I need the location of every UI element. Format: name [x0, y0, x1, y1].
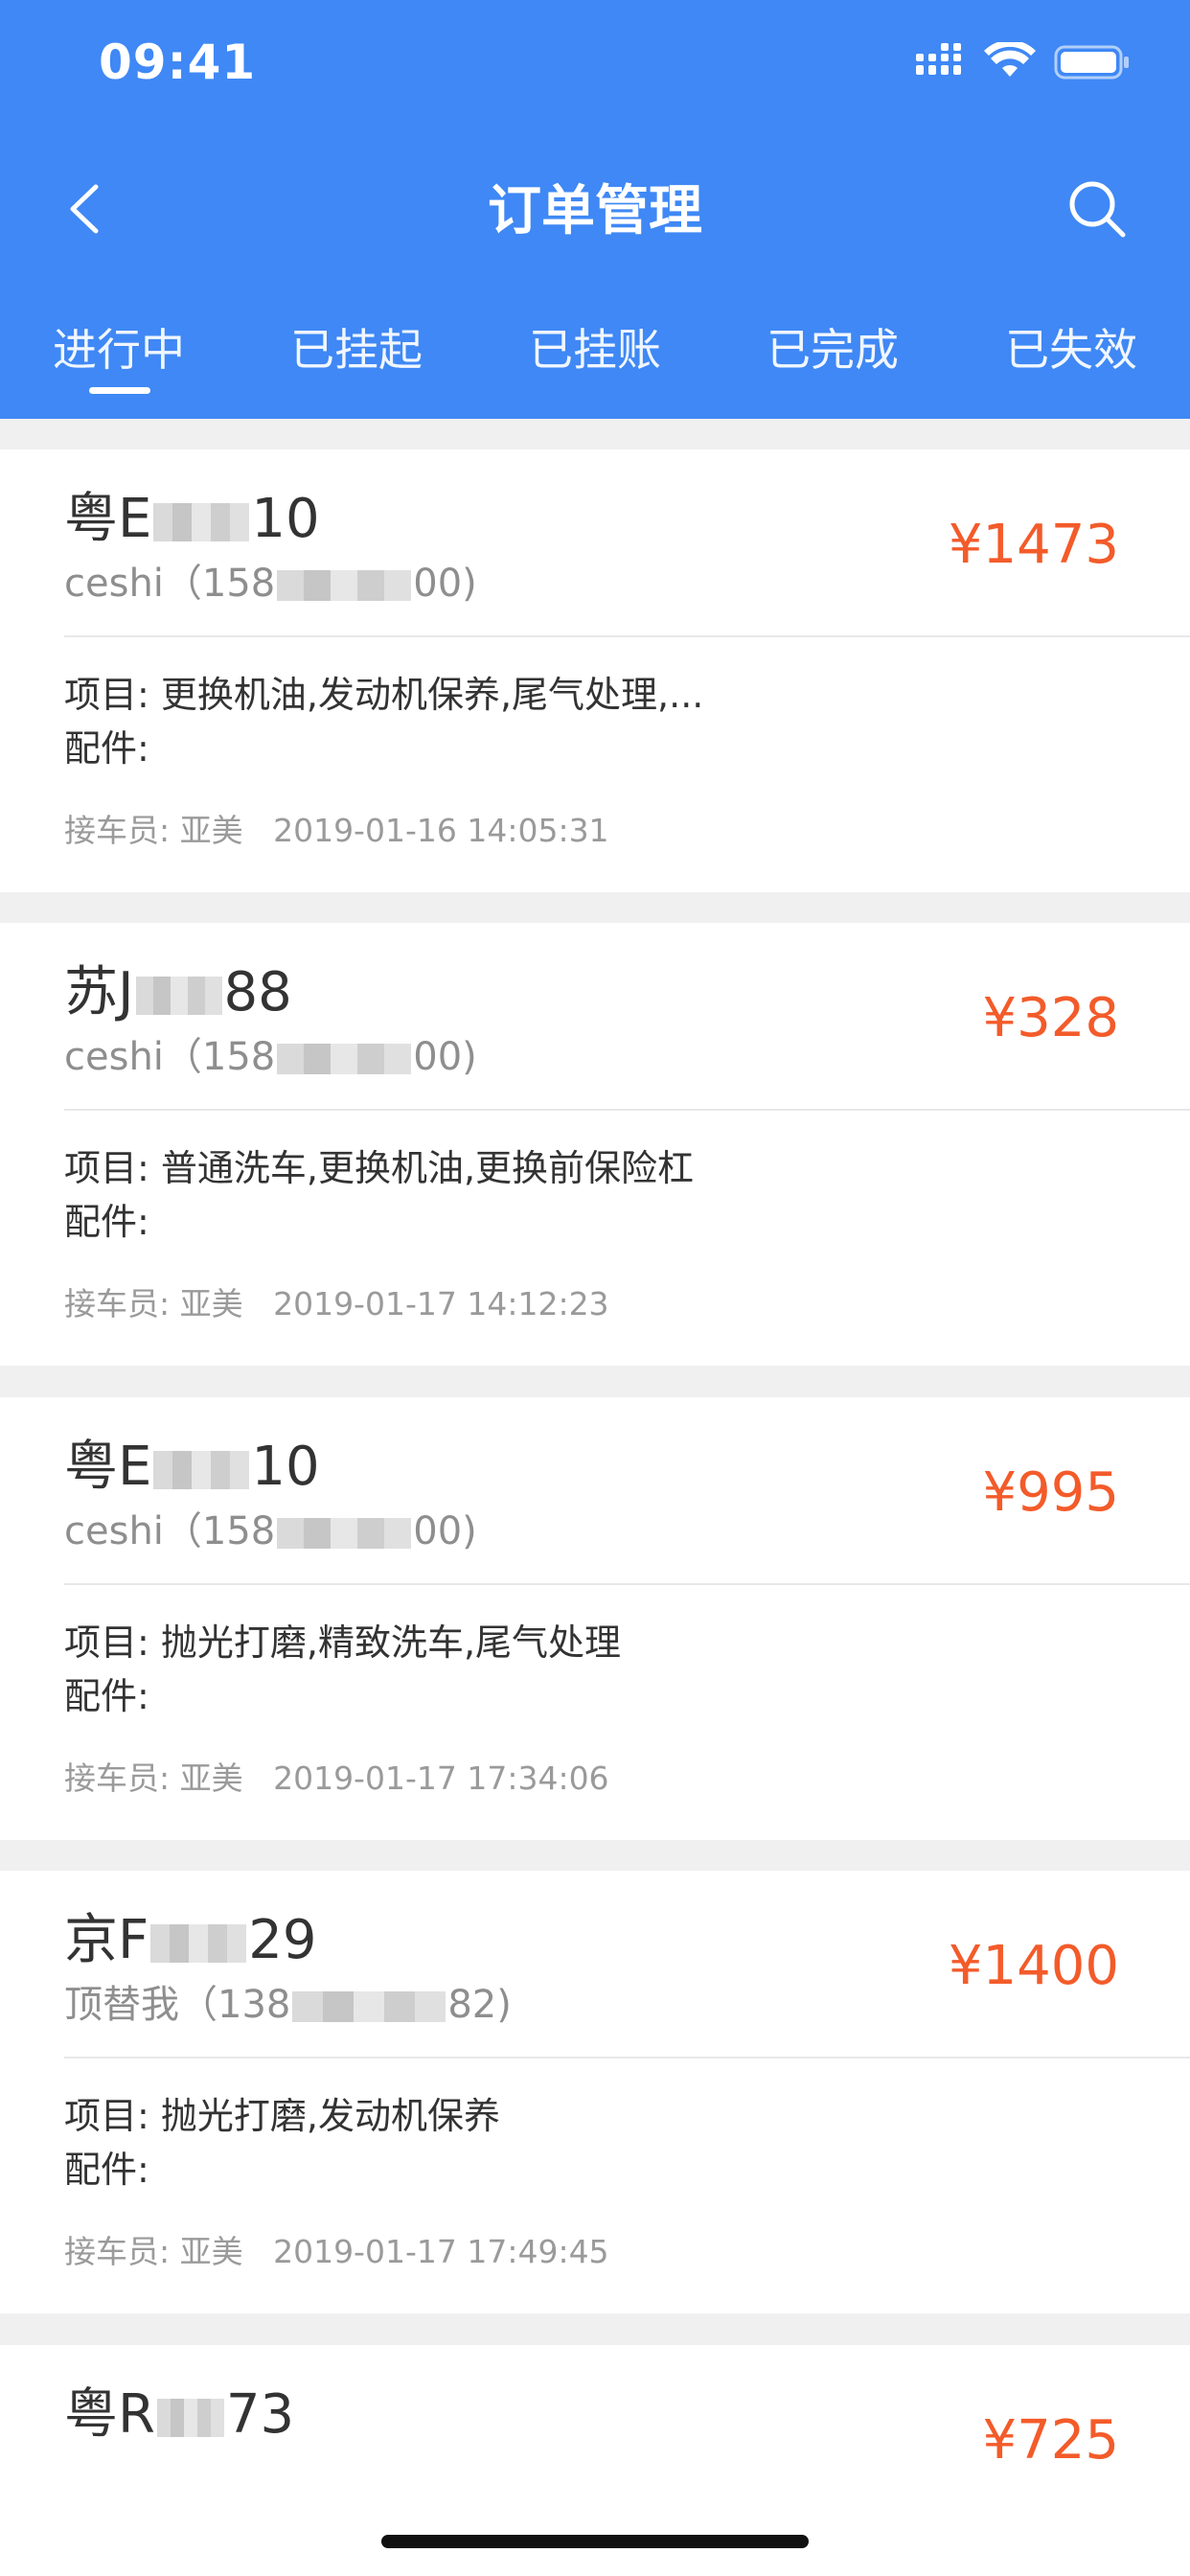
- plate-number: 粤R 73: [64, 2381, 294, 2449]
- redacted-mosaic: [292, 1991, 446, 2022]
- tab-in-progress[interactable]: 进行中: [0, 316, 238, 383]
- order-card[interactable]: 苏J 88 ceshi（158 00) ¥328 项目: 普通洗车,更换机油,更换前…: [0, 923, 1190, 1366]
- order-meta: 接车员: 亚美 2019-01-16 14:05:31: [64, 812, 609, 849]
- order-parts: 配件:: [64, 1675, 149, 1717]
- customer-info: 顶替我（138 82): [64, 1978, 512, 2032]
- plate-number: 粤E 10: [64, 486, 320, 553]
- battery-icon: [1054, 45, 1129, 80]
- order-card[interactable]: 粤E 10 ceshi（158 00) ¥995 项目: 抛光打磨,精致洗车,尾气处…: [0, 1397, 1190, 1840]
- customer-suffix: 00): [413, 1509, 477, 1553]
- order-items: 项目: 抛光打磨,精致洗车,尾气处理: [64, 1622, 622, 1664]
- redacted-mosaic: [277, 1518, 412, 1549]
- order-price: ¥1473: [948, 514, 1119, 576]
- plate-number: 京F 29: [64, 1907, 316, 1974]
- redacted-mosaic: [277, 1044, 412, 1074]
- order-parts: 配件:: [64, 1201, 149, 1243]
- search-icon[interactable]: [1064, 175, 1131, 242]
- redacted-mosaic: [277, 570, 412, 601]
- redacted-mosaic: [150, 1923, 247, 1963]
- customer-prefix: ceshi（158: [64, 1509, 276, 1553]
- customer-suffix: 00): [413, 562, 477, 606]
- tab-expired[interactable]: 已失效: [952, 316, 1190, 383]
- app-header: 09:41 订单管理 进行中 已挂起 已挂账 已完成 已失效: [0, 0, 1190, 419]
- tab-suspended[interactable]: 已挂起: [238, 316, 475, 383]
- customer-prefix: 顶替我（138: [64, 1983, 291, 2027]
- order-meta: 接车员: 亚美 2019-01-17 14:12:23: [64, 1285, 609, 1322]
- wifi-icon: [984, 42, 1036, 77]
- home-indicator-area: [0, 2467, 1190, 2576]
- plate-prefix: 苏J: [64, 961, 134, 1024]
- plate-prefix: 京F: [64, 1909, 149, 1971]
- redacted-mosaic: [135, 976, 222, 1015]
- page-title: 订单管理: [488, 180, 702, 242]
- customer-prefix: ceshi（158: [64, 1035, 276, 1079]
- plate-number: 粤E 10: [64, 1434, 320, 1501]
- order-price: ¥328: [982, 987, 1119, 1049]
- order-card[interactable]: 粤E 10 ceshi（158 00) ¥1473 项目: 更换机油,发动机保养,尾…: [0, 449, 1190, 892]
- order-meta: 接车员: 亚美 2019-01-17 17:34:06: [64, 1760, 609, 1797]
- customer-suffix: 82): [447, 1983, 512, 2027]
- order-status-tabs: 进行中 已挂起 已挂账 已完成 已失效: [0, 316, 1190, 412]
- divider: [64, 1583, 1190, 1585]
- divider: [64, 1109, 1190, 1111]
- tab-completed[interactable]: 已完成: [714, 316, 951, 383]
- plate-number: 苏J 88: [64, 959, 292, 1026]
- order-price: ¥1400: [948, 1935, 1119, 1997]
- customer-info: ceshi（158 00): [64, 1030, 477, 1084]
- customer-info: ceshi（158 00): [64, 1505, 477, 1558]
- order-card[interactable]: 京F 29 顶替我（138 82) ¥1400 项目: 抛光打磨,发动机保养 配件:…: [0, 1871, 1190, 2313]
- plate-suffix: 88: [223, 961, 292, 1024]
- home-indicator[interactable]: [381, 2535, 809, 2548]
- tab-on-credit[interactable]: 已挂账: [476, 316, 714, 383]
- plate-prefix: 粤R: [64, 2383, 155, 2446]
- order-parts: 配件:: [64, 2149, 149, 2191]
- order-price: ¥995: [982, 1461, 1119, 1524]
- customer-suffix: 00): [413, 1035, 477, 1079]
- plate-suffix: 73: [225, 2383, 295, 2446]
- active-tab-indicator: [89, 387, 150, 394]
- divider: [64, 2057, 1190, 2058]
- order-parts: 配件:: [64, 727, 149, 770]
- redacted-mosaic: [153, 1450, 250, 1489]
- redacted-mosaic: [156, 2398, 224, 2437]
- customer-info: ceshi（158 00): [64, 557, 477, 610]
- plate-suffix: 10: [251, 488, 320, 550]
- plate-prefix: 粤E: [64, 1436, 152, 1498]
- order-items: 项目: 抛光打磨,发动机保养: [64, 2095, 500, 2137]
- plate-suffix: 29: [248, 1909, 317, 1971]
- order-price: ¥725: [982, 2409, 1119, 2472]
- signal-icon: [916, 43, 961, 75]
- customer-prefix: ceshi（158: [64, 562, 276, 606]
- redacted-mosaic: [153, 502, 250, 541]
- divider: [64, 635, 1190, 637]
- order-meta: 接车员: 亚美 2019-01-17 17:49:45: [64, 2233, 609, 2270]
- plate-prefix: 粤E: [64, 488, 152, 550]
- status-time: 09:41: [99, 34, 257, 90]
- plate-suffix: 10: [251, 1436, 320, 1498]
- order-items: 项目: 普通洗车,更换机油,更换前保险杠: [64, 1147, 695, 1189]
- order-items: 项目: 更换机油,发动机保养,尾气处理,...: [64, 674, 704, 716]
